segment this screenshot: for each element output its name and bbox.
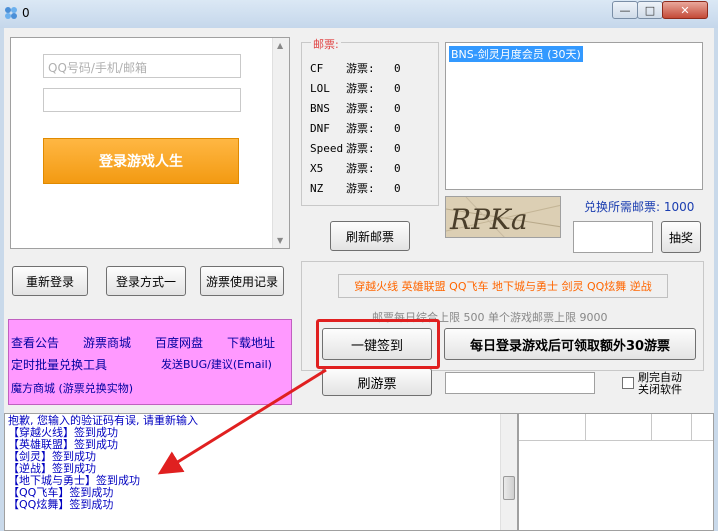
- exchange-need-label: 兑换所需邮票: 1000: [584, 200, 695, 214]
- grid-line: [519, 440, 713, 441]
- auto-close-label[interactable]: 刷完自动 关闭软件: [638, 372, 682, 396]
- scroll-up-icon[interactable]: ▲: [277, 41, 283, 50]
- ticket-mall-link[interactable]: 游票商城: [83, 334, 131, 351]
- login-scrollbar[interactable]: ▲ ▼: [272, 38, 289, 248]
- baidu-disk-link[interactable]: 百度网盘: [155, 334, 203, 351]
- coupon-row: CF 游票: 0: [310, 62, 401, 75]
- scroll-down-icon[interactable]: ▼: [277, 236, 283, 245]
- window-title: 0: [22, 6, 30, 20]
- lottery-button[interactable]: 抽奖: [661, 221, 701, 253]
- log-line: 【QQ飞车】签到成功: [8, 486, 114, 499]
- password-input[interactable]: [43, 88, 241, 112]
- coupon-row: DNF 游票: 0: [310, 122, 401, 135]
- app-icon: [5, 7, 17, 19]
- exchange-need-value: 1000: [663, 200, 695, 214]
- log-line: 【地下城与勇士】签到成功: [8, 474, 140, 487]
- minimize-button[interactable]: —: [612, 1, 638, 19]
- log-scroll-thumb[interactable]: [503, 476, 515, 500]
- maximize-button[interactable]: □: [637, 1, 663, 19]
- coupon-legend: 邮票:: [311, 36, 341, 52]
- magic-mall-link[interactable]: 魔方商城 (游票兑换实物): [11, 380, 133, 396]
- refresh-coupon-button[interactable]: 刷新邮票: [330, 221, 410, 251]
- title-bar: 0 — □ ✕: [0, 0, 718, 28]
- coupon-row: LOL 游票: 0: [310, 82, 401, 95]
- ticket-record-button[interactable]: 游票使用记录: [200, 266, 284, 296]
- close-icon: ✕: [680, 3, 690, 17]
- member-list[interactable]: BNS-剑灵月度会员 (30天): [445, 42, 703, 190]
- coupon-row: BNS 游票: 0: [310, 102, 401, 115]
- login-panel: QQ号码/手机/邮箱 登录游戏人生 ▲ ▼: [10, 37, 290, 249]
- coupon-row: X5 游票: 0: [310, 162, 401, 175]
- refresh-ticket-button[interactable]: 刷游票: [322, 368, 432, 396]
- log-line: 【英雄联盟】签到成功: [8, 438, 118, 451]
- batch-exchange-link[interactable]: 定时批量兑换工具: [11, 356, 107, 373]
- client-area: QQ号码/手机/邮箱 登录游戏人生 ▲ ▼ 重新登录 登录方式一 游票使用记录 …: [0, 28, 718, 531]
- login-button[interactable]: 登录游戏人生: [43, 138, 239, 184]
- minimize-icon: —: [619, 3, 631, 17]
- annotation-arrow: [157, 368, 327, 475]
- log-line: 【穿越火线】签到成功: [8, 426, 118, 439]
- account-input[interactable]: QQ号码/手机/邮箱: [43, 54, 241, 78]
- grid-line: [691, 414, 692, 440]
- auto-close-checkbox[interactable]: [622, 377, 634, 389]
- grid-line: [651, 414, 652, 440]
- captcha-image[interactable]: RPKa: [445, 196, 561, 238]
- coupon-row: Speed 游票: 0: [310, 142, 401, 155]
- announcement-link[interactable]: 查看公告: [11, 334, 59, 351]
- games-list: 穿越火线 英雄联盟 QQ飞车 地下城与勇士 剑灵 QQ炫舞 逆战: [338, 274, 668, 298]
- highlight-box: [316, 319, 440, 369]
- captcha-text: RPKa: [449, 203, 528, 236]
- account-placeholder: QQ号码/手机/邮箱: [48, 61, 147, 75]
- log-line: 【逆战】签到成功: [8, 462, 96, 475]
- list-item[interactable]: BNS-剑灵月度会员 (30天): [449, 46, 583, 62]
- download-link[interactable]: 下载地址: [227, 334, 275, 351]
- login-mode-button[interactable]: 登录方式一: [106, 266, 186, 296]
- log-line: 【QQ炫舞】签到成功: [8, 498, 114, 511]
- grid-panel: [518, 413, 714, 531]
- log-scrollbar[interactable]: [500, 414, 517, 530]
- captcha-noise: RPKa: [446, 197, 560, 237]
- relogin-button[interactable]: 重新登录: [12, 266, 88, 296]
- progress-bar: [445, 372, 595, 394]
- close-button[interactable]: ✕: [662, 1, 708, 19]
- grid-line: [585, 414, 586, 440]
- log-line: 【剑灵】签到成功: [8, 450, 96, 463]
- maximize-icon: □: [644, 3, 656, 17]
- coupon-row: NZ 游票: 0: [310, 182, 401, 195]
- captcha-code-input[interactable]: [573, 221, 653, 253]
- daily-extra-button[interactable]: 每日登录游戏后可领取额外30游票: [444, 328, 696, 360]
